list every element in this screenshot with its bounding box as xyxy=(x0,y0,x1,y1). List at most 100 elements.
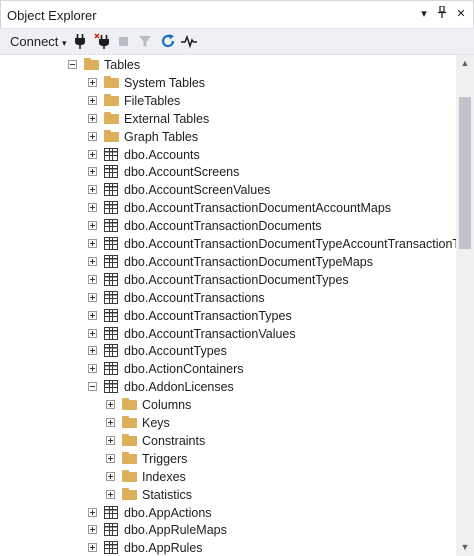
table-icon xyxy=(104,219,118,233)
tree-node-table[interactable]: dbo.AccountTransactionDocumentTypes xyxy=(0,271,456,289)
object-explorer-titlebar: Object Explorer ▾ ✕ xyxy=(0,0,474,28)
expand-plus-icon[interactable] xyxy=(88,77,97,87)
tree-node-table[interactable]: dbo.AccountTransactionTypes xyxy=(0,307,456,325)
expand-plus-icon[interactable] xyxy=(88,167,97,177)
tree-node-folder[interactable]: Statistics xyxy=(0,486,456,504)
tree-node-folder[interactable]: Columns xyxy=(0,396,456,414)
expand-plus-icon[interactable] xyxy=(88,221,97,231)
tree-node-label: dbo.AppRuleMaps xyxy=(124,523,227,538)
expand-plus-icon[interactable] xyxy=(88,525,97,535)
tree-node-folder[interactable]: Constraints xyxy=(0,432,456,450)
tree-node-label: External Tables xyxy=(124,111,210,126)
tree-node-label: dbo.AccountTransactions xyxy=(124,290,265,305)
tree-node-label: dbo.AccountTransactionDocumentTypeMaps xyxy=(124,254,373,269)
table-icon xyxy=(104,183,118,197)
activity-monitor-icon[interactable] xyxy=(180,33,198,51)
folder-icon xyxy=(122,469,137,482)
scroll-up-arrow-icon[interactable]: ▲ xyxy=(456,55,474,72)
tree-node-table[interactable]: dbo.AddonLicenses xyxy=(0,378,456,396)
folder-icon xyxy=(104,129,119,142)
vertical-scrollbar[interactable]: ▲ ▼ xyxy=(456,55,474,556)
tree-node-folder[interactable]: Keys xyxy=(0,414,456,432)
table-icon xyxy=(104,201,118,215)
connect-plug-icon[interactable] xyxy=(74,33,86,51)
collapse-minus-icon[interactable] xyxy=(88,382,97,392)
expand-plus-icon[interactable] xyxy=(106,418,115,427)
expand-plus-icon[interactable] xyxy=(88,274,97,284)
tree-node-table[interactable]: dbo.AccountScreens xyxy=(0,163,456,181)
window-position-dropdown-icon[interactable]: ▾ xyxy=(416,6,432,22)
tree-node-folder[interactable]: System Tables xyxy=(0,74,456,92)
expand-plus-icon[interactable] xyxy=(88,543,97,553)
table-icon xyxy=(104,326,118,340)
expand-plus-icon[interactable] xyxy=(106,471,115,481)
tree-node-table[interactable]: dbo.AccountTransactionDocumentAccountMap… xyxy=(0,199,456,217)
tree-node-folder[interactable]: Indexes xyxy=(0,468,456,486)
refresh-icon[interactable] xyxy=(160,33,176,51)
expand-plus-icon[interactable] xyxy=(106,435,115,445)
filter-icon[interactable] xyxy=(138,33,152,51)
scroll-down-arrow-icon[interactable]: ▼ xyxy=(456,539,474,556)
expand-plus-icon[interactable] xyxy=(88,113,97,123)
folder-icon xyxy=(104,93,119,106)
expand-plus-icon[interactable] xyxy=(88,292,97,302)
connect-label: Connect xyxy=(10,34,59,49)
tree-node-folder[interactable]: Tables xyxy=(0,56,456,74)
tree-node-label: dbo.AppRules xyxy=(124,541,203,556)
tree-node-folder[interactable]: Triggers xyxy=(0,450,456,468)
tree-node-table[interactable]: dbo.Accounts xyxy=(0,146,456,164)
tree-node-label: dbo.Accounts xyxy=(124,147,200,162)
expand-plus-icon[interactable] xyxy=(88,507,97,517)
tree-node-table[interactable]: dbo.AppActions xyxy=(0,504,456,522)
tree-node-label: dbo.AccountTransactionDocumentTypes xyxy=(124,272,349,287)
tree-node-folder[interactable]: FileTables xyxy=(0,92,456,110)
folder-icon xyxy=(84,58,99,70)
expand-plus-icon[interactable] xyxy=(88,364,97,374)
tree-node-folder[interactable]: Graph Tables xyxy=(0,128,456,146)
expand-plus-icon[interactable] xyxy=(88,328,97,338)
tree-node-label: Statistics xyxy=(142,487,193,502)
stop-icon[interactable] xyxy=(118,33,130,51)
expand-plus-icon[interactable] xyxy=(88,239,97,248)
tree-node-folder[interactable]: External Tables xyxy=(0,110,456,128)
tree-node-table[interactable]: dbo.AppRuleMaps xyxy=(0,521,456,539)
collapse-minus-icon[interactable] xyxy=(68,60,77,69)
tree-node-table[interactable]: dbo.AccountTransactionValues xyxy=(0,325,456,343)
expand-plus-icon[interactable] xyxy=(88,256,97,266)
expand-plus-icon[interactable] xyxy=(106,453,115,463)
tree-node-table[interactable]: dbo.AccountScreenValues xyxy=(0,181,456,199)
auto-hide-pin-icon[interactable] xyxy=(434,5,450,22)
expand-plus-icon[interactable] xyxy=(88,310,97,320)
tree-node-label: dbo.AccountTransactionDocumentTypeAccoun… xyxy=(124,237,456,251)
tree-node-label: Columns xyxy=(142,398,192,413)
tree-node-label: dbo.AppActions xyxy=(124,505,212,520)
expand-plus-icon[interactable] xyxy=(106,489,115,499)
expand-plus-icon[interactable] xyxy=(88,149,97,159)
scroll-thumb[interactable] xyxy=(459,97,471,249)
tree-node-table[interactable]: dbo.AppRules xyxy=(0,539,456,556)
table-icon xyxy=(104,380,118,394)
tree-node-label: dbo.AccountTypes xyxy=(124,344,227,359)
folder-icon xyxy=(122,416,137,428)
close-icon[interactable]: ✕ xyxy=(453,6,469,22)
expand-plus-icon[interactable] xyxy=(106,400,115,410)
tree-node-table[interactable]: dbo.AccountTransactionDocuments xyxy=(0,217,456,235)
object-explorer-tree[interactable]: Tables System Tables FileTables External Ta… xyxy=(0,55,456,556)
tree-node-table[interactable]: dbo.ActionContainers xyxy=(0,360,456,378)
table-icon xyxy=(104,308,118,322)
tree-node-table[interactable]: dbo.AccountTransactionDocumentTypeAccoun… xyxy=(0,235,456,253)
expand-plus-icon[interactable] xyxy=(88,185,97,195)
tree-node-table[interactable]: dbo.AccountTypes xyxy=(0,342,456,360)
expand-plus-icon[interactable] xyxy=(88,131,97,141)
disconnect-plug-icon[interactable] xyxy=(94,33,110,51)
expand-plus-icon[interactable] xyxy=(88,95,97,105)
tree-node-label: dbo.AccountScreenValues xyxy=(124,183,271,198)
tree-node-label: Triggers xyxy=(142,451,188,466)
tree-node-table[interactable]: dbo.AccountTransactions xyxy=(0,289,456,307)
expand-plus-icon[interactable] xyxy=(88,203,97,213)
connect-dropdown-icon: ▾ xyxy=(62,38,67,48)
tree-node-table[interactable]: dbo.AccountTransactionDocumentTypeMaps xyxy=(0,253,456,271)
table-icon xyxy=(104,344,118,358)
expand-plus-icon[interactable] xyxy=(88,346,97,356)
connect-button[interactable]: Connect ▾ xyxy=(10,33,67,51)
